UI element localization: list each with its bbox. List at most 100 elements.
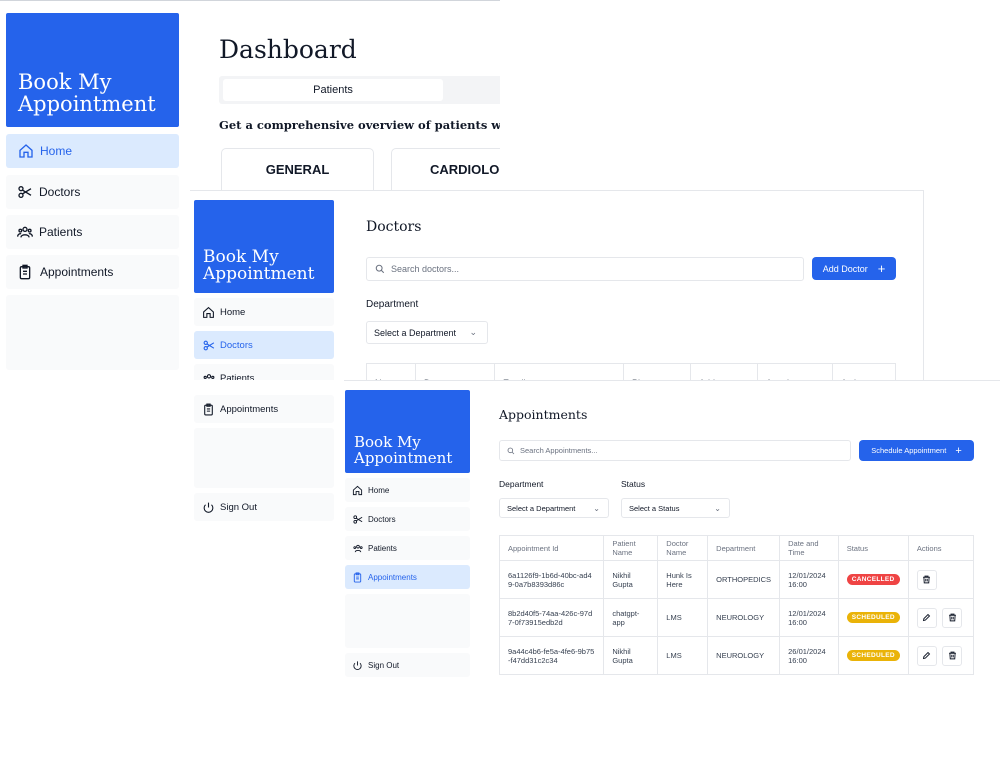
sidebar-item-appointments[interactable]: Appointments xyxy=(194,395,334,423)
table-header-row: Name Department Email Phone Address Appo… xyxy=(366,363,896,380)
search-icon xyxy=(507,447,515,454)
sidebar-item-patients[interactable]: Patients xyxy=(194,364,334,380)
doctor-name: Hunk Is Here xyxy=(657,560,709,599)
actions-cell xyxy=(907,598,975,637)
department: NEUROLOGY xyxy=(707,598,781,637)
page-title: Doctors xyxy=(366,219,422,235)
brand-line2: Appointment xyxy=(203,264,315,284)
appointment-id: 8b2d40f5-74aa-426c-97d7-0f73915edb2d xyxy=(498,598,605,637)
column-header: Email xyxy=(494,363,624,380)
sidebar-item-appointments[interactable]: Appointments xyxy=(6,255,179,289)
sidebar-item-appointments[interactable]: Appointments xyxy=(345,565,470,589)
sign-out-label: Sign Out xyxy=(368,660,400,670)
sign-out-button[interactable]: Sign Out xyxy=(345,653,470,677)
trash-icon xyxy=(948,613,956,622)
appointment-id: 6a1126f9-1b6d-40bc-ad49-0a7b8393d86c xyxy=(498,560,605,599)
add-doctor-button[interactable]: Add Doctor + xyxy=(812,257,896,280)
doctors-screenshot: Book My Appointment Home Doctors Patient… xyxy=(190,190,924,380)
doctors-table: Name Department Email Phone Address Appo… xyxy=(366,363,896,380)
page-description: Get a comprehensive overview of patients… xyxy=(219,118,500,132)
schedule-appointment-button[interactable]: Schedule Appointment + xyxy=(859,440,974,461)
button-label: Schedule Appointment xyxy=(871,446,947,455)
department-label: Department xyxy=(499,479,544,489)
patient-name: chatgpt-app xyxy=(603,598,659,637)
power-icon xyxy=(203,502,214,513)
department-select[interactable]: Select a Department ⌄ xyxy=(499,498,609,518)
sidebar-item-label: Home xyxy=(368,485,390,495)
delete-button[interactable] xyxy=(942,645,962,666)
stethoscope-icon xyxy=(18,186,32,198)
select-value: Select a Status xyxy=(629,503,680,513)
doctor-name: LMS xyxy=(657,636,709,675)
search-input[interactable]: Search Appointments... xyxy=(499,440,851,461)
brand-logo: Book My Appointment xyxy=(194,200,334,293)
power-icon xyxy=(353,660,362,670)
search-input[interactable]: Search doctors... xyxy=(366,257,804,281)
clipboard-icon xyxy=(204,403,213,415)
appointments-table: Appointment Id Patient Name Doctor Name … xyxy=(498,535,975,675)
table-header-row: Appointment Id Patient Name Doctor Name … xyxy=(498,535,975,561)
edit-button[interactable] xyxy=(916,607,937,628)
tab-patients[interactable]: Patients xyxy=(223,79,443,101)
delete-button[interactable] xyxy=(942,607,962,628)
sidebar-item-home[interactable]: Home xyxy=(6,134,179,168)
status-select[interactable]: Select a Status ⌄ xyxy=(621,498,730,518)
table-row[interactable]: 6a1126f9-1b6d-40bc-ad49-0a7b8393d86c Nik… xyxy=(498,560,975,599)
date-time: 26/01/2024 16:00 xyxy=(779,636,839,675)
column-header: Department xyxy=(415,363,495,380)
column-header: Actions xyxy=(907,535,975,561)
clipboard-icon xyxy=(19,264,31,280)
column-header: Doctor Name xyxy=(657,535,709,561)
chevron-down-icon: ⌄ xyxy=(714,503,721,513)
table-row[interactable]: 9a44c4b6-fe5a-4fe6-9b75-f47dd31c2c34 Nik… xyxy=(498,636,975,675)
trash-icon xyxy=(948,651,956,660)
sidebar-item-home[interactable]: Home xyxy=(194,298,334,326)
stethoscope-icon xyxy=(203,340,215,350)
brand-line1: Book My xyxy=(354,433,421,451)
sidebar-item-doctors[interactable]: Doctors xyxy=(194,331,334,359)
sidebar-item-label: Home xyxy=(40,144,73,158)
stethoscope-icon xyxy=(353,514,363,524)
sidebar-empty-area xyxy=(345,594,470,648)
sidebar-item-doctors[interactable]: Doctors xyxy=(345,507,470,531)
column-header: Department xyxy=(707,535,781,561)
brand-logo: Book My Appointment xyxy=(345,390,470,473)
department: ORTHOPEDICS xyxy=(707,560,781,599)
column-header: Address xyxy=(690,363,758,380)
sign-out-button[interactable]: Sign Out xyxy=(194,493,334,521)
trash-icon xyxy=(923,575,931,584)
actions-cell xyxy=(907,560,975,599)
sidebar-item-patients[interactable]: Patients xyxy=(345,536,470,560)
sidebar-item-label: Patients xyxy=(220,372,255,381)
department-select[interactable]: Select a Department ⌄ xyxy=(366,321,488,344)
status-cell: CANCELLED xyxy=(837,560,909,599)
brand-line1: Book My xyxy=(18,70,112,94)
sidebar-empty-area xyxy=(6,295,179,370)
appointments-screenshot: Book My Appointment Home Doctors Patient… xyxy=(344,380,1000,680)
column-header: Date and Time xyxy=(779,535,839,561)
chevron-down-icon: ⌄ xyxy=(593,503,600,513)
edit-button[interactable] xyxy=(916,645,937,666)
sidebar-empty-area xyxy=(194,428,334,488)
clipboard-icon xyxy=(353,571,362,583)
sidebar-item-label: Appointments xyxy=(220,403,279,415)
delete-button[interactable] xyxy=(916,569,937,590)
top-border xyxy=(0,0,500,1)
sign-out-label: Sign Out xyxy=(220,501,257,513)
status-cell: SCHEDULED xyxy=(837,636,909,675)
page-title: Dashboard xyxy=(219,35,357,64)
table-row[interactable]: 8b2d40f5-74aa-426c-97d7-0f73915edb2d cha… xyxy=(498,598,975,637)
appointment-id: 9a44c4b6-fe5a-4fe6-9b75-f47dd31c2c34 xyxy=(498,636,605,675)
column-header: Phone xyxy=(623,363,691,380)
column-header: Actions xyxy=(832,363,896,380)
sidebar-item-patients[interactable]: Patients xyxy=(6,215,179,249)
date-time: 12/01/2024 16:00 xyxy=(779,598,839,637)
sidebar-item-home[interactable]: Home xyxy=(345,478,470,502)
sidebar-item-doctors[interactable]: Doctors xyxy=(6,175,179,209)
page-title: Appointments xyxy=(499,407,588,422)
actions-cell xyxy=(907,636,975,675)
search-placeholder: Search Appointments... xyxy=(520,446,598,455)
brand-logo: Book My Appointment xyxy=(6,13,179,127)
sidebar-item-label: Patients xyxy=(39,225,83,239)
select-value: Select a Department xyxy=(374,327,457,338)
